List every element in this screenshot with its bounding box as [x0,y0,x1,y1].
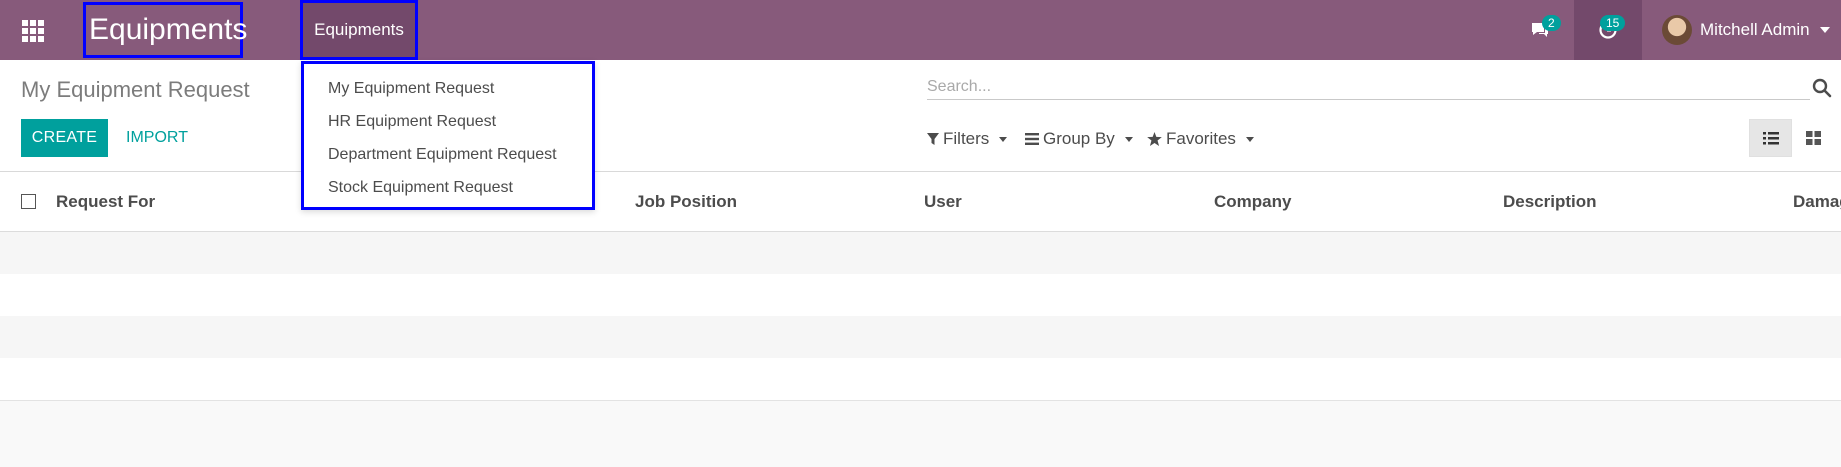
search-input[interactable] [927,75,1810,100]
bars-icon [1025,133,1039,145]
column-header[interactable]: Description [1503,192,1597,212]
column-header[interactable]: Job Position [635,192,737,212]
table-row [0,316,1841,359]
column-header[interactable]: Request For [56,192,155,212]
table-row [0,274,1841,317]
list-header: Request For Job Position User Company De… [0,172,1841,232]
chevron-down-icon [1819,27,1830,33]
chevron-down-icon [1245,136,1254,142]
messaging-menu[interactable]: 2 [1518,0,1562,60]
column-header[interactable]: Damag [1793,192,1841,212]
groupby-label: Group By [1043,129,1115,148]
filter-icon [927,133,939,145]
activity-count-badge: 15 [1600,15,1626,31]
import-button[interactable]: IMPORT [120,119,194,157]
filters-label: Filters [943,129,990,148]
menu-equipments[interactable]: Equipments [300,0,418,60]
menu-item-hr-equipment-request[interactable]: HR Equipment Request [304,105,592,138]
user-name: Mitchell Admin [1700,20,1810,39]
menu-item-department-equipment-request[interactable]: Department Equipment Request [304,138,592,171]
app-brand[interactable]: Equipments [83,2,247,58]
chevron-down-icon [999,136,1008,142]
kanban-view-icon [1806,131,1821,145]
table-row [0,232,1841,275]
equipments-dropdown-menu: My Equipment Request HR Equipment Reques… [301,61,595,210]
groupby-dropdown[interactable]: Group By [1025,127,1133,151]
activity-menu[interactable]: 15 [1574,0,1642,60]
create-button[interactable]: CREATE [21,119,108,157]
avatar [1662,15,1692,45]
table-row [0,358,1841,401]
user-menu[interactable]: Mitchell Admin [1662,0,1841,60]
favorites-dropdown[interactable]: Favorites [1147,127,1254,151]
chevron-down-icon [1124,136,1133,142]
select-all-checkbox[interactable] [21,194,36,209]
filters-dropdown[interactable]: Filters [927,127,1008,151]
breadcrumb: My Equipment Request [21,77,250,102]
column-header[interactable]: Company [1214,192,1291,212]
apps-menu-icon[interactable] [18,16,48,46]
star-icon [1147,132,1162,146]
list-view-button[interactable] [1749,119,1792,157]
menu-item-my-equipment-request[interactable]: My Equipment Request [304,72,592,105]
menu-item-stock-equipment-request[interactable]: Stock Equipment Request [304,171,592,204]
search-icon[interactable] [1812,78,1832,98]
control-panel: My Equipment Request CREATE IMPORT Filte… [0,60,1841,172]
list-view-icon [1762,131,1779,144]
chat-count-badge: 2 [1542,15,1561,31]
top-navbar: Equipments Equipments 2 15 Mitchell Admi… [0,0,1841,60]
favorites-label: Favorites [1166,129,1236,148]
kanban-view-button[interactable] [1792,119,1835,157]
column-header[interactable]: User [924,192,962,212]
